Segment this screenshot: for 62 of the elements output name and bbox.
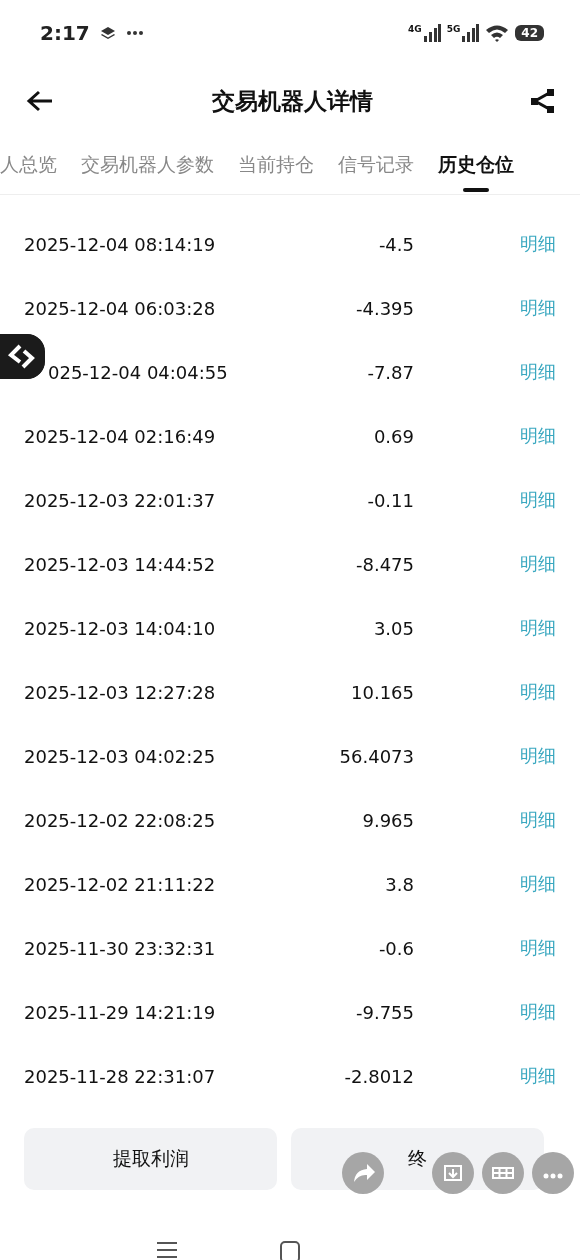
detail-link[interactable]: 明细: [520, 424, 556, 448]
action-button[interactable]: 提取利润: [24, 1128, 277, 1190]
position-value: -9.755: [354, 1001, 414, 1023]
detail-link[interactable]: 明细: [520, 296, 556, 320]
position-time: 025-12-04 04:04:55: [47, 361, 229, 383]
detail-link[interactable]: 明细: [520, 232, 556, 256]
home-icon[interactable]: [280, 1241, 300, 1260]
position-value: -2.8012: [343, 1065, 414, 1087]
position-value: -0.11: [366, 489, 414, 511]
tab[interactable]: 交易机器人参数: [81, 138, 214, 192]
position-time: 2025-12-03 12:27:28: [24, 681, 217, 703]
detail-link[interactable]: 明细: [520, 680, 556, 704]
status-time: 2:17: [40, 21, 90, 45]
position-value: -8.475: [354, 553, 414, 575]
position-time: 2025-11-29 14:21:19: [24, 1001, 217, 1023]
detail-link[interactable]: 明细: [520, 1064, 556, 1088]
position-value: 10.165: [350, 681, 414, 703]
signal-icon: [422, 24, 441, 42]
position-time: 2025-12-03 14:44:52: [24, 553, 217, 575]
position-time: 2025-12-02 22:08:25: [24, 809, 217, 831]
position-value: 56.4073: [338, 745, 414, 767]
position-value: -0.6: [377, 937, 414, 959]
position-value: 3.8: [384, 873, 414, 895]
share-icon[interactable]: [530, 88, 556, 114]
detail-link[interactable]: 明细: [520, 488, 556, 512]
position-time: 2025-11-30 23:32:31: [24, 937, 217, 959]
position-value: 0.69: [372, 425, 414, 447]
position-time: 2025-12-04 06:03:28: [24, 297, 217, 319]
position-time: 2025-12-03 14:04:10: [24, 617, 217, 639]
tab[interactable]: 历史仓位: [438, 138, 514, 192]
signal-icon: [461, 24, 480, 42]
position-time: 2025-12-04 02:16:49: [24, 425, 217, 447]
layers-icon: [99, 25, 116, 41]
tab[interactable]: 信号记录: [338, 138, 414, 192]
detail-link[interactable]: 明细: [520, 808, 556, 832]
position-time: 2025-12-03 04:02:25: [24, 745, 217, 767]
position-value: -7.87: [366, 361, 414, 383]
position-time: 2025-11-28 22:31:07: [24, 1065, 217, 1087]
position-value: -4.395: [354, 297, 414, 319]
position-time: 2025-12-02 21:11:22: [24, 873, 217, 895]
detail-link[interactable]: 明细: [520, 936, 556, 960]
page-title: 交易机器人详情: [211, 86, 373, 116]
position-time: 2025-12-03 22:01:37: [24, 489, 217, 511]
tab[interactable]: 当前持仓: [238, 138, 314, 192]
back-arrow-icon[interactable]: [26, 89, 54, 113]
position-value: 9.965: [361, 809, 414, 831]
menu-icon[interactable]: [156, 1242, 178, 1258]
position-time: 2025-12-04 08:14:19: [24, 233, 217, 255]
detail-link[interactable]: 明细: [520, 616, 556, 640]
detail-link[interactable]: 明细: [520, 872, 556, 896]
more-icon: [125, 30, 144, 36]
network-label: 5G: [446, 24, 461, 34]
detail-link[interactable]: 明细: [520, 552, 556, 576]
detail-link[interactable]: 明细: [520, 744, 556, 768]
detail-link[interactable]: 明细: [520, 360, 556, 384]
wifi-icon: [485, 24, 510, 42]
detail-link[interactable]: 明细: [520, 1000, 556, 1024]
battery-icon: 42: [515, 25, 544, 41]
position-value: -4.5: [377, 233, 414, 255]
network-label: 4G: [408, 24, 422, 34]
tab[interactable]: 人总览: [0, 138, 57, 192]
position-value: 3.05: [372, 617, 414, 639]
